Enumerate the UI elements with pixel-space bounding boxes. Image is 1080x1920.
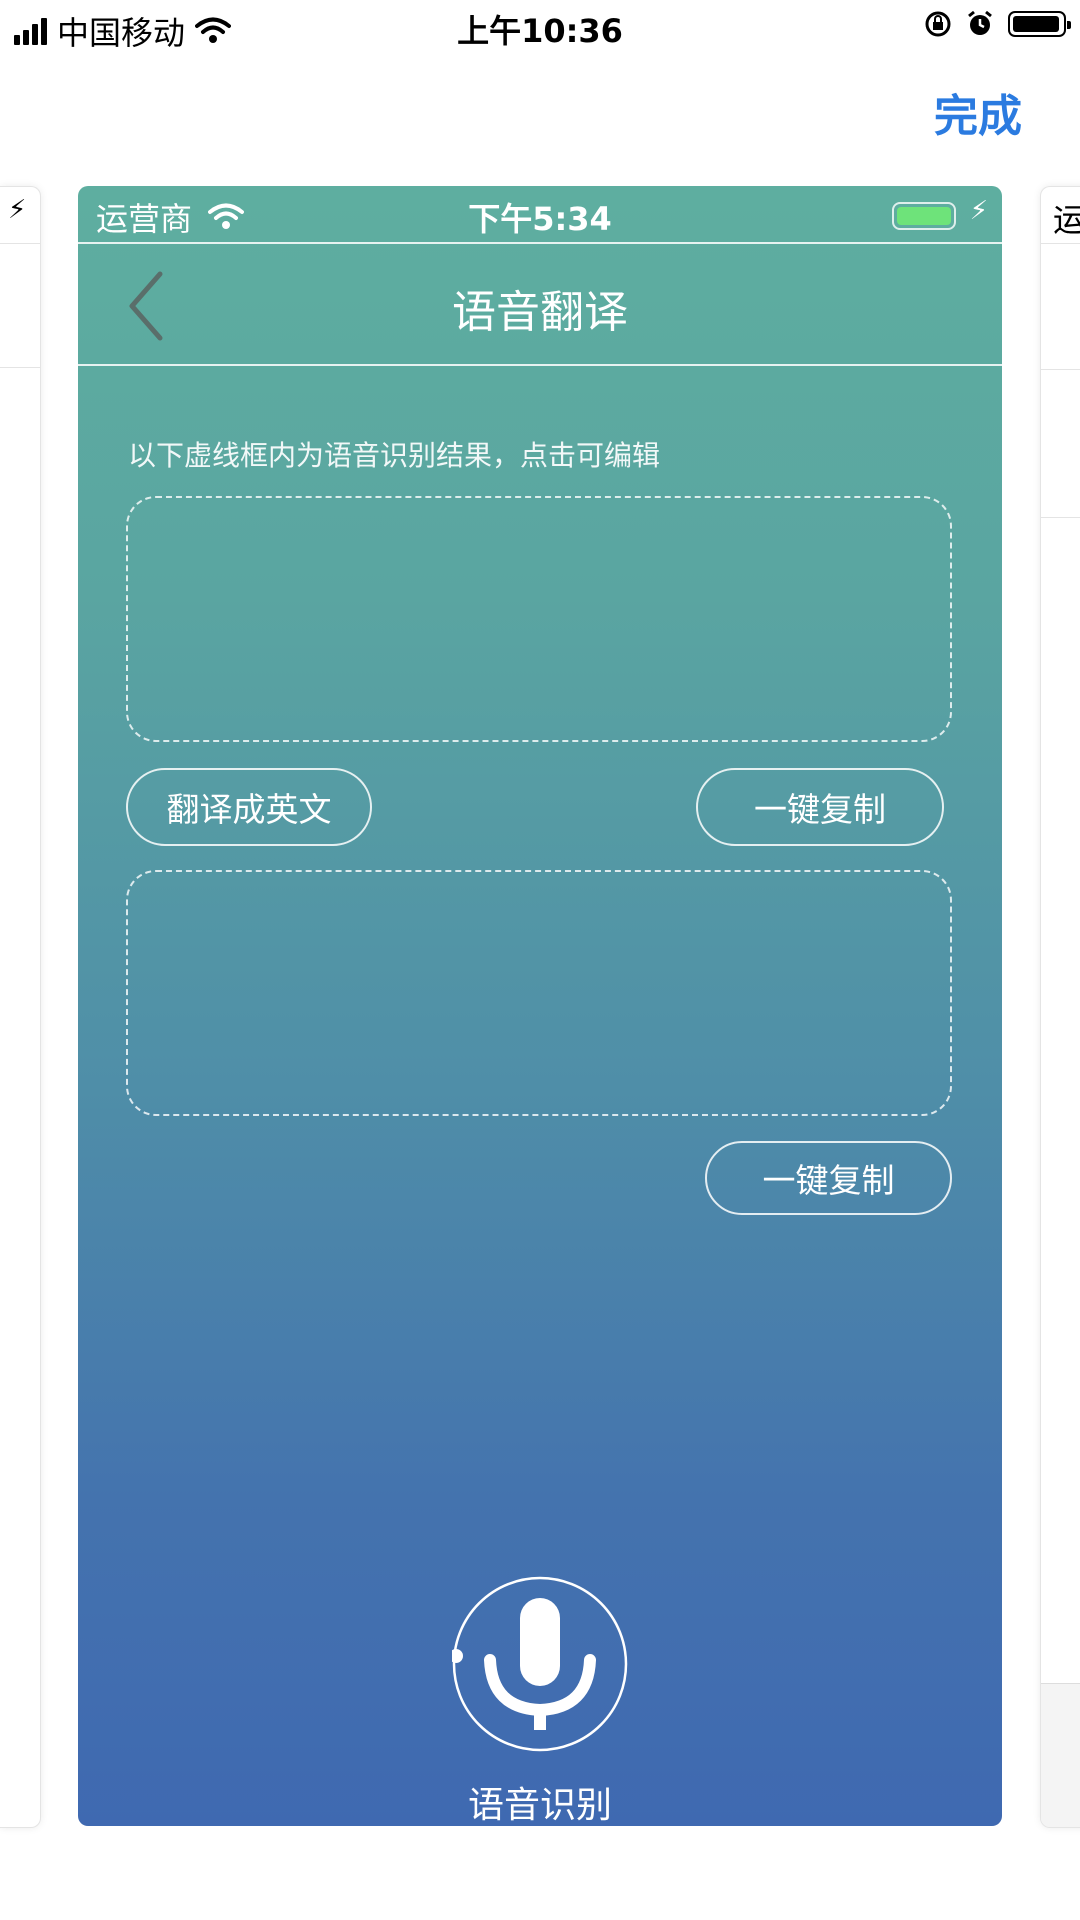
next-card-carrier: 运 (1053, 195, 1080, 241)
alarm-icon (968, 10, 992, 35)
inner-charging-icon: ⚡ (969, 196, 988, 226)
inner-status-bar: 运营商 下午5:34 ⚡ (78, 186, 1002, 242)
orientation-lock-icon (925, 11, 951, 37)
done-button[interactable]: 完成 (934, 80, 1022, 144)
translation-result-box[interactable] (126, 870, 952, 1116)
microphone-button[interactable] (452, 1576, 628, 1752)
card-divider (0, 367, 40, 368)
battery-icon (1008, 11, 1071, 37)
copy-translation-button[interactable]: 一键复制 (705, 1141, 952, 1215)
status-bar: 中国移动 上午10:36 (0, 0, 1080, 56)
card-divider (1041, 369, 1080, 370)
card-bottom-bar (1041, 1683, 1080, 1827)
inner-nav-bar: 语音翻译 (78, 242, 1002, 366)
inner-time: 下午5:34 (468, 200, 612, 238)
charging-bolt-icon: ⚡ (8, 195, 27, 225)
app-preview-card[interactable]: 运营商 下午5:34 ⚡ 语音翻译 以下虚线框内为语音识别结果，点击可编辑 翻译… (78, 186, 1002, 1826)
copy-result-button[interactable]: 一键复制 (696, 768, 944, 846)
translate-english-button[interactable]: 翻译成英文 (126, 768, 372, 846)
previous-card[interactable]: ⚡ (0, 186, 41, 1828)
status-time: 上午10:36 (457, 12, 623, 50)
page-title: 语音翻译 (452, 287, 628, 338)
card-divider (1041, 517, 1080, 518)
card-divider (0, 243, 40, 244)
inner-battery-icon (892, 202, 956, 230)
next-card[interactable]: 运 (1040, 186, 1080, 1828)
mic-caption: 语音识别 (467, 1785, 612, 1826)
status-right (924, 10, 1071, 38)
hint-text: 以下虚线框内为语音识别结果，点击可编辑 (128, 439, 661, 472)
card-divider (1041, 243, 1080, 244)
microphone-icon (484, 1598, 596, 1730)
recognition-result-box[interactable] (126, 496, 952, 742)
